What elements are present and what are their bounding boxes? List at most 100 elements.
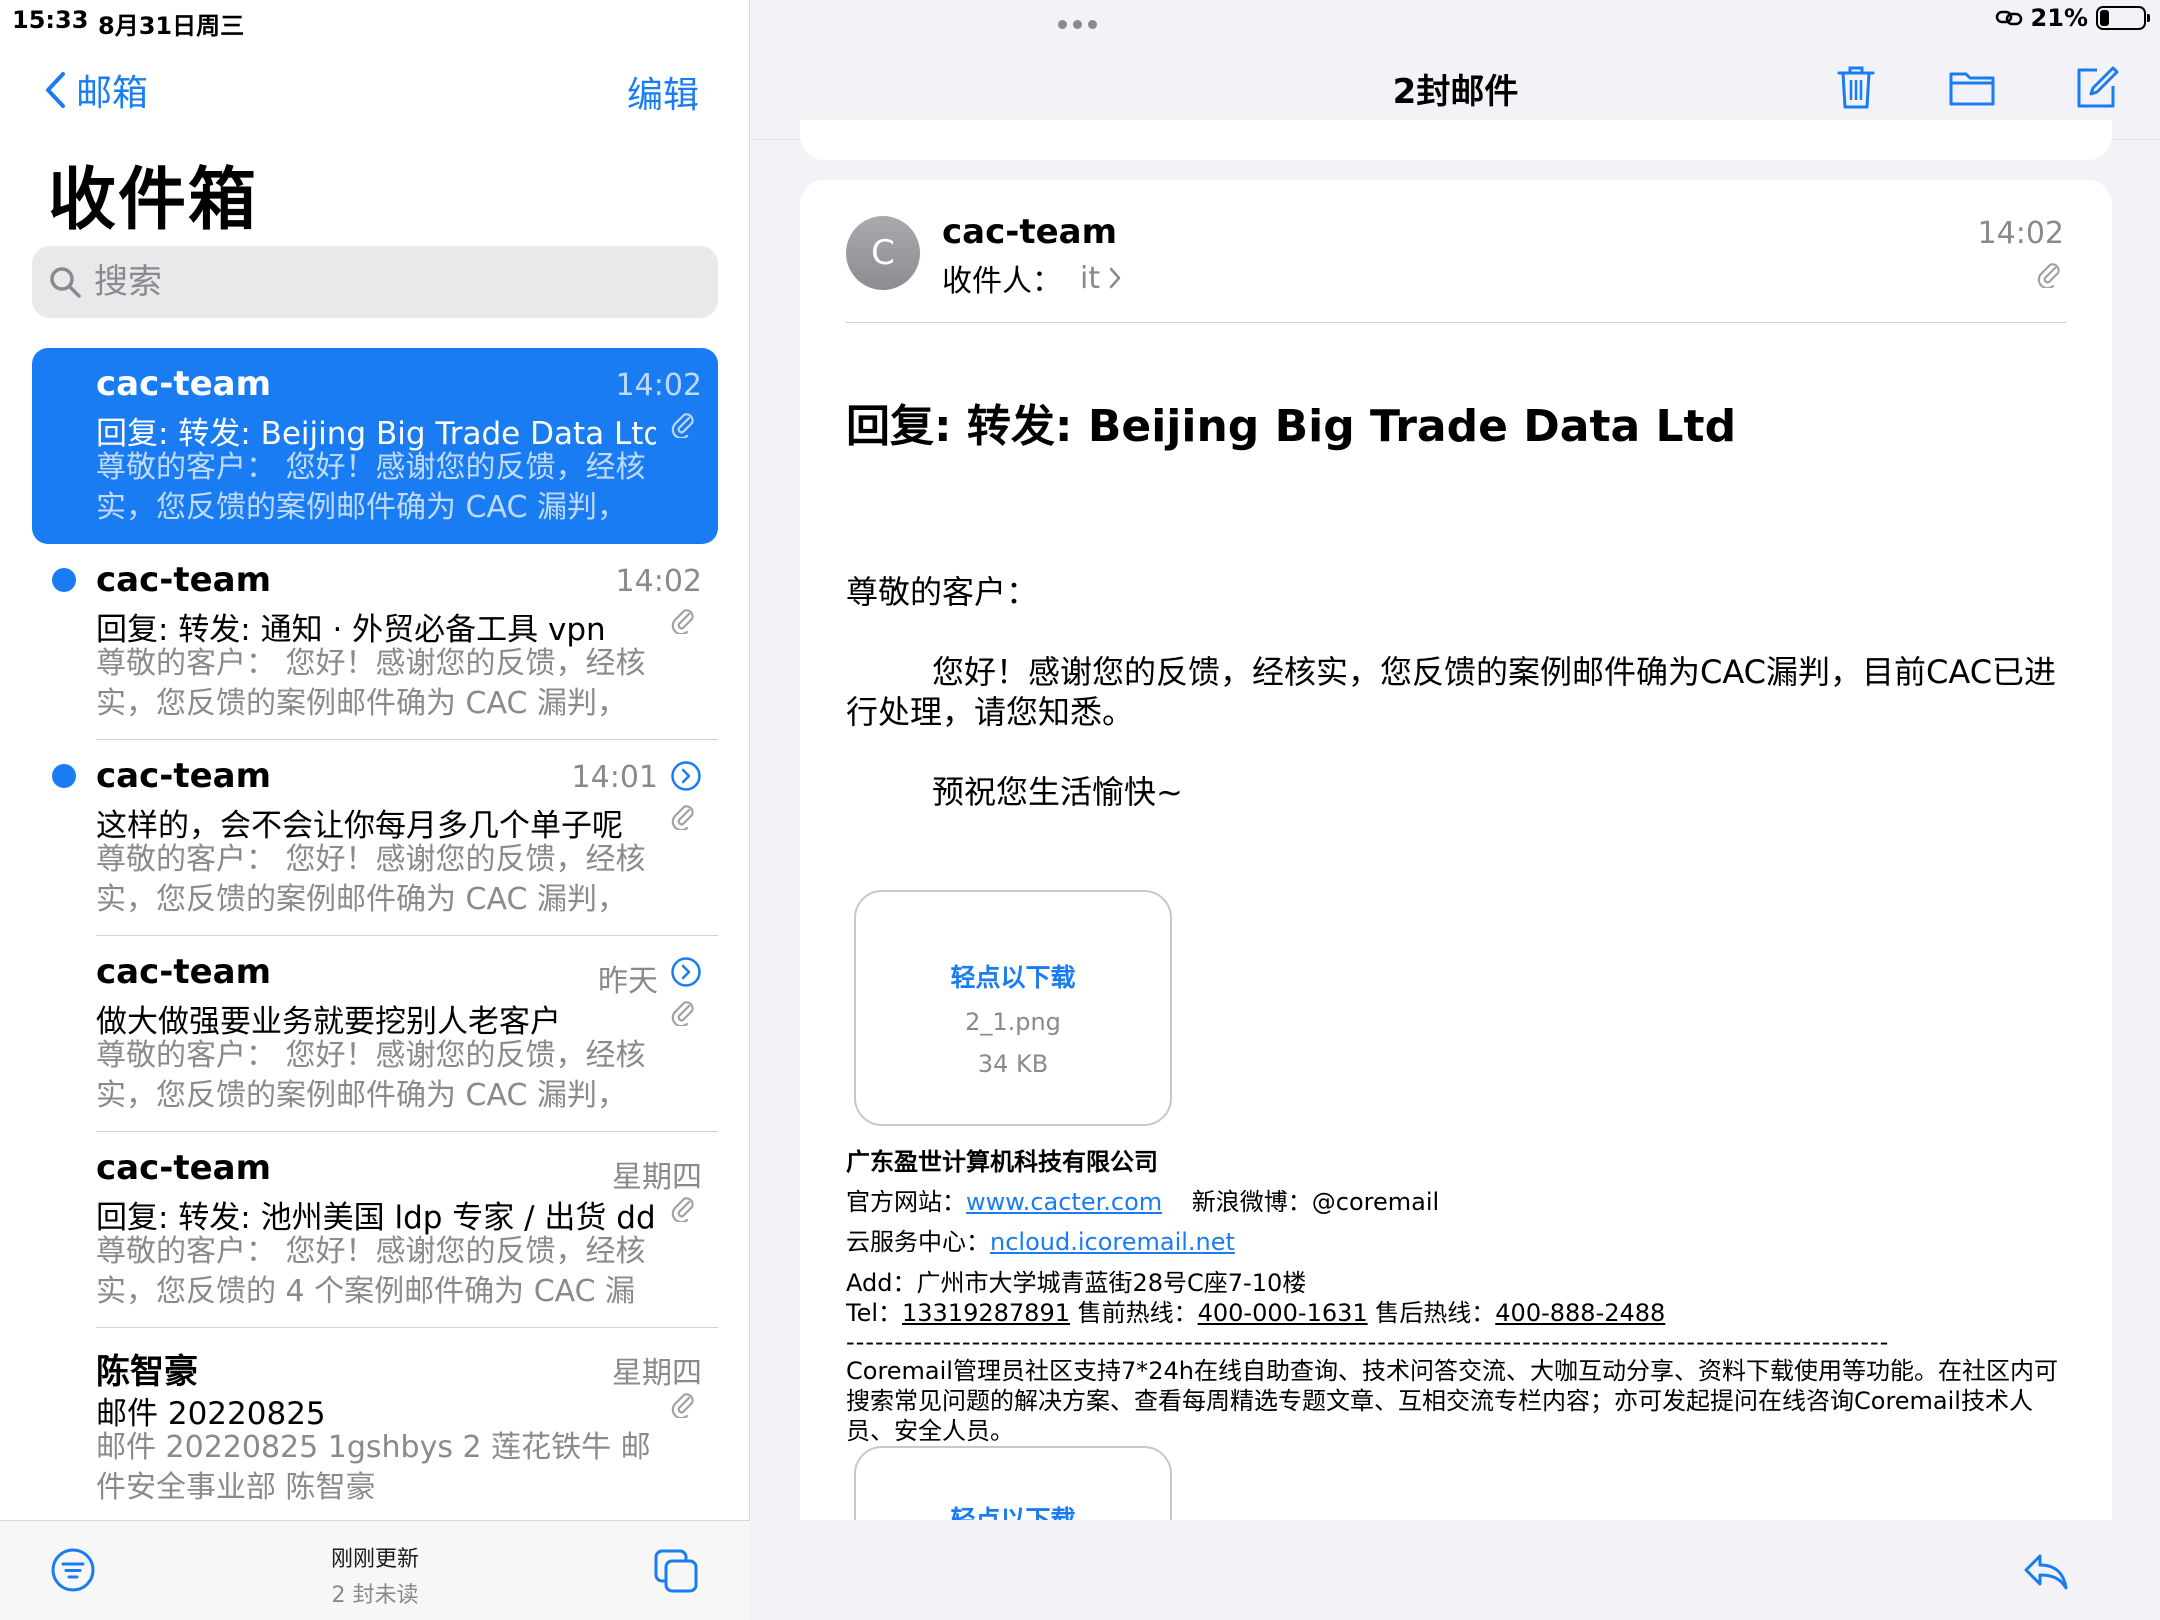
- back-to-mailboxes-button[interactable]: 邮箱: [44, 64, 148, 116]
- signature-community-text: Coremail管理员社区支持7*24h在线自助查询、技术问答交流、大咖互动分享…: [846, 1357, 2058, 1445]
- paperclip-icon: [671, 1197, 694, 1222]
- mailbox-sidebar: 15:33 8月31日周三 邮箱 编辑 收件箱 cac-team 14:02 回…: [0, 0, 750, 1620]
- unread-indicator: [52, 568, 76, 592]
- presale-number[interactable]: 400-000-1631: [1198, 1299, 1368, 1327]
- detail-header: 2封邮件: [751, 0, 2160, 140]
- message-preview: 尊敬的客户： 您好！感谢您的反馈，经核实，您反馈的案例邮件确为 CAC 漏判，目…: [96, 1038, 646, 1113]
- search-input[interactable]: [94, 262, 654, 302]
- unread-count: 2 封未读: [331, 1583, 419, 1608]
- body-greeting: 尊敬的客户：: [846, 573, 1039, 611]
- attachment-size: 34 KB: [977, 1050, 1049, 1078]
- attachment-download-link[interactable]: 轻点以下载: [856, 1500, 1170, 1520]
- search-icon: [50, 267, 81, 298]
- status-time: 15:33: [12, 6, 89, 34]
- message-preview: 尊敬的客户： 您好！感谢您的反馈，经核实，您反馈的案例邮件确为 CAC 漏判，目…: [96, 450, 646, 525]
- thread-chevron-icon[interactable]: [670, 956, 702, 988]
- detail-toolbar: [751, 1520, 2160, 1620]
- cloud-label: 云服务中心：: [846, 1228, 990, 1256]
- previous-message-card[interactable]: [800, 120, 2112, 160]
- paperclip-icon: [671, 1001, 694, 1026]
- cloud-link[interactable]: ncloud.icoremail.net: [990, 1228, 1235, 1256]
- thread-chevron-icon[interactable]: [670, 760, 702, 792]
- message-sender: cac-team: [96, 756, 272, 796]
- sidebar-toolbar: 刚刚更新 2 封未读: [0, 1520, 750, 1620]
- aftersale-number[interactable]: 400-888-2488: [1495, 1299, 1665, 1327]
- header-divider: [846, 322, 2066, 323]
- message-list: cac-team 14:02 回复: 转发: Beijing Big Trade…: [32, 348, 718, 1524]
- search-bar[interactable]: [32, 246, 718, 318]
- folder-icon[interactable]: [1947, 62, 1997, 112]
- attachment[interactable]: 轻点以下载 2_1.png 34 KB: [854, 890, 1172, 1126]
- recipients[interactable]: 收件人： it: [942, 256, 1122, 300]
- message-list-item[interactable]: 陈智豪 星期四 邮件 20220825 邮件 20220825 1gshbys …: [32, 1328, 718, 1524]
- edit-button[interactable]: 编辑: [627, 66, 699, 118]
- message-body: 尊敬的客户： 您好！感谢您的反馈，经核实，您反馈的案例邮件确为CAC漏判，目前C…: [846, 572, 2066, 812]
- signature-phone-line: Tel：13319287891 售前热线：400-000-1631 售后热线：4…: [846, 1298, 2066, 1328]
- attachment-filename: 2_1.png: [965, 1008, 1061, 1036]
- signature-address: Add：广州市大学城青蓝街28号C座7-10楼: [846, 1269, 1307, 1297]
- message-list-item[interactable]: cac-team 14:02 回复: 转发: 通知 · 外贸必备工具 vpn 尊…: [32, 544, 718, 740]
- message-preview: 尊敬的客户： 您好！感谢您的反馈，经核实，您反馈的案例邮件确为 CAC 漏判，目…: [96, 842, 646, 917]
- paperclip-icon: [671, 1393, 694, 1418]
- message-time: 14:01: [571, 760, 658, 795]
- signature-web-line: 官方网站：www.cacter.com 新浪微博：@coremail: [846, 1182, 2066, 1222]
- message-preview: 邮件 20220825 1gshbys 2 莲花铁牛 邮件安全事业部 陈智豪 […: [96, 1430, 651, 1505]
- body-paragraph: 您好！感谢您的反馈，经核实，您反馈的案例邮件确为CAC漏判，目前CAC已进行处理…: [846, 653, 2057, 731]
- message-list-item[interactable]: cac-team 昨天 做大做强要业务就要挖别人老客户 尊敬的客户： 您好！感谢…: [32, 936, 718, 1132]
- to-value: it: [1080, 260, 1101, 296]
- message-time: 昨天: [598, 964, 658, 999]
- message-time: 星期四: [612, 1160, 702, 1195]
- paperclip-icon: [671, 609, 694, 634]
- weibo-handle: @coremail: [1311, 1188, 1440, 1216]
- message-subject: 这样的，会不会让你每月多几个单子呢: [96, 808, 623, 844]
- message-subject: 邮件 20220825: [96, 1396, 326, 1432]
- message-list-item[interactable]: cac-team 14:01 这样的，会不会让你每月多几个单子呢 尊敬的客户： …: [32, 740, 718, 936]
- message-subject: 做大做强要业务就要挖别人老客户: [96, 1004, 561, 1040]
- compose-icon[interactable]: [2071, 62, 2121, 112]
- message-subject: 回复: 转发: Beijing Big Trade Data Ltd: [846, 401, 1737, 452]
- weibo-label: 新浪微博：: [1191, 1188, 1312, 1216]
- signature-company: 广东盈世计算机科技有限公司: [846, 1148, 1158, 1176]
- aftersale-label: 售后热线：: [1375, 1299, 1496, 1327]
- reply-icon[interactable]: [2020, 1546, 2070, 1596]
- message-card: C cac-team 收件人： it 14:02 回复: 转发: Beijing…: [800, 180, 2112, 1520]
- avatar[interactable]: C: [846, 216, 920, 290]
- paperclip-icon: [671, 805, 694, 830]
- message-list-item[interactable]: cac-team 星期四 回复: 转发: 池州美国 ldp 专家 / 出货 dd…: [32, 1132, 718, 1328]
- message-sender: cac-team: [96, 364, 272, 404]
- message-sender: 陈智豪: [96, 1352, 198, 1392]
- attachment-download-link[interactable]: 轻点以下载: [856, 958, 1170, 994]
- message-sender: cac-team: [96, 1148, 272, 1188]
- paperclip-icon: [2037, 263, 2060, 288]
- tel-label: Tel：: [846, 1299, 903, 1327]
- signature: 广东盈世计算机科技有限公司 官方网站：www.cacter.com 新浪微博：@…: [846, 1142, 2066, 1446]
- message-sender[interactable]: cac-team: [942, 212, 1117, 252]
- back-label: 邮箱: [76, 73, 149, 114]
- message-preview: 尊敬的客户： 您好！感谢您的反馈，经核实，您反馈的案例邮件确为 CAC 漏判，目…: [96, 646, 646, 721]
- status-date: 8月31日周三: [98, 12, 245, 40]
- body-closing: 预祝您生活愉快~: [932, 773, 1183, 811]
- message-subject: 回复: 转发: 池州美国 ldp 专家 / 出货 dd...: [96, 1200, 656, 1236]
- message-preview: 尊敬的客户： 您好！感谢您的反馈，经核实，您反馈的 4 个案例邮件确为 CAC …: [96, 1234, 646, 1309]
- signature-divider: ----------------------------------------…: [846, 1328, 1890, 1356]
- paperclip-icon: [671, 413, 694, 438]
- message-sender: cac-team: [96, 560, 272, 600]
- attachment[interactable]: 轻点以下载: [854, 1446, 1172, 1520]
- message-subject: 回复: 转发: Beijing Big Trade Data Ltd: [96, 416, 656, 452]
- message-sender: cac-team: [96, 952, 272, 992]
- chevron-left-icon: [46, 72, 65, 108]
- tel-number[interactable]: 13319287891: [902, 1299, 1070, 1327]
- trash-icon[interactable]: [1831, 62, 1881, 112]
- message-subject: 回复: 转发: 通知 · 外贸必备工具 vpn: [96, 612, 606, 648]
- message-time: 14:02: [615, 564, 702, 599]
- message-list-item[interactable]: cac-team 14:02 回复: 转发: Beijing Big Trade…: [32, 348, 718, 544]
- website-label: 官方网站：: [846, 1188, 966, 1216]
- presale-label: 售前热线：: [1077, 1299, 1198, 1327]
- message-time: 14:02: [615, 368, 702, 403]
- website-link[interactable]: www.cacter.com: [966, 1188, 1162, 1216]
- select-multiple-icon[interactable]: [652, 1547, 700, 1595]
- update-status-text: 刚刚更新: [330, 1547, 419, 1572]
- message-time: 14:02: [1977, 216, 2064, 251]
- page-title: 收件箱: [48, 161, 259, 240]
- update-status: 刚刚更新 2 封未读: [0, 1541, 750, 1609]
